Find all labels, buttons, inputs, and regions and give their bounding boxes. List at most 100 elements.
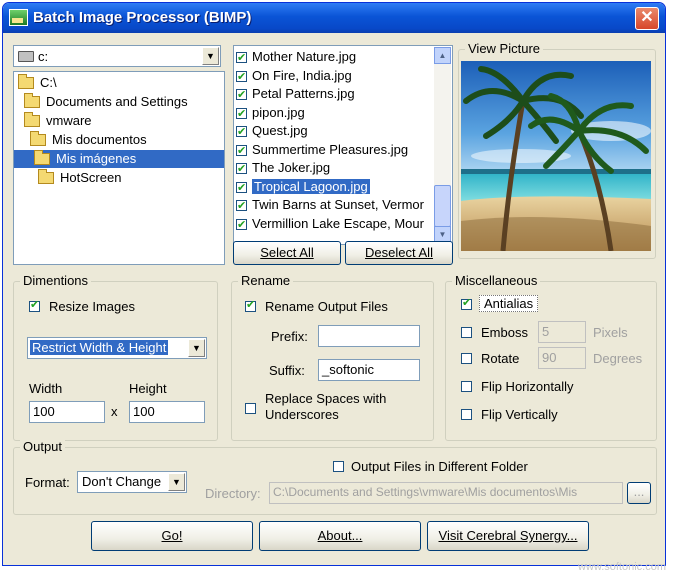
watermark: www.softonic.com	[577, 561, 666, 573]
title-bar[interactable]: Batch Image Processor (BIMP) ✕	[3, 3, 665, 33]
rotate-degrees-input[interactable]: 90	[538, 347, 586, 369]
tree-item-label: vmware	[46, 113, 92, 128]
list-item[interactable]: The Joker.jpg	[236, 159, 432, 178]
prefix-input[interactable]	[318, 325, 420, 347]
about-button[interactable]: About...	[259, 521, 421, 551]
height-label: Height	[129, 381, 167, 396]
tree-item-label: Mis imágenes	[54, 151, 139, 166]
flip-vertically-label: Flip Vertically	[481, 407, 558, 422]
flip-vertically-checkbox[interactable]	[461, 409, 472, 420]
file-list-scrollbar[interactable]: ▲ ▼	[434, 47, 451, 243]
select-all-button[interactable]: Select All	[233, 241, 341, 265]
list-item[interactable]: Mother Nature.jpg	[236, 48, 432, 67]
go-label: Go!	[161, 528, 183, 543]
folder-open-icon	[34, 150, 50, 165]
file-checkbox[interactable]	[236, 142, 247, 159]
file-name: Petal Patterns.jpg	[252, 86, 355, 101]
file-checkbox[interactable]	[236, 160, 247, 178]
drive-icon	[18, 51, 34, 62]
times-label: x	[111, 404, 118, 419]
file-checkbox[interactable]	[236, 68, 247, 85]
flip-horizontally-checkbox[interactable]	[461, 381, 472, 392]
antialias-label: Antialias	[479, 295, 539, 312]
tree-item-selected[interactable]: Mis imágenes	[14, 150, 224, 168]
file-checkbox[interactable]	[236, 197, 247, 215]
file-name: Vermillion Lake Escape, Mour	[252, 215, 424, 231]
tropical-lagoon-picture	[461, 61, 651, 251]
file-checkbox[interactable]	[236, 179, 247, 196]
deselect-all-label: Deselect All	[365, 245, 433, 260]
directory-label: Directory:	[205, 486, 261, 501]
chevron-down-icon[interactable]: ▼	[188, 339, 205, 357]
file-name: Quest.jpg	[252, 123, 308, 138]
go-button[interactable]: Go!	[91, 521, 253, 551]
resize-images-label: Resize Images	[49, 299, 135, 314]
rotate-checkbox[interactable]	[461, 353, 472, 364]
file-name: Summertime Pleasures.jpg	[252, 141, 409, 157]
tree-item[interactable]: Documents and Settings	[24, 93, 190, 111]
file-checkbox[interactable]	[236, 216, 247, 233]
directory-input[interactable]: C:\Documents and Settings\vmware\Mis doc…	[269, 482, 623, 504]
view-picture-label: View Picture	[465, 41, 544, 56]
file-checkbox[interactable]	[236, 123, 247, 141]
file-checkbox[interactable]	[236, 49, 247, 67]
tree-item[interactable]: HotScreen	[38, 169, 123, 187]
list-item[interactable]: Twin Barns at Sunset, Vermor	[236, 196, 432, 215]
folder-icon	[30, 131, 46, 146]
different-folder-label: Output Files in Different Folder	[351, 459, 528, 474]
tree-item[interactable]: vmware	[24, 112, 94, 130]
tree-item[interactable]: C:\	[18, 74, 59, 92]
height-input[interactable]: 100	[129, 401, 205, 423]
rename-output-label: Rename Output Files	[265, 299, 388, 314]
chevron-down-icon[interactable]: ▼	[168, 473, 185, 491]
antialias-checkbox[interactable]	[461, 296, 472, 310]
list-item[interactable]: Summertime Pleasures.jpg	[236, 141, 432, 159]
list-item[interactable]: Quest.jpg	[236, 122, 432, 141]
file-checkbox[interactable]	[236, 105, 247, 122]
tree-item-label: Mis documentos	[52, 132, 147, 147]
suffix-label: Suffix:	[269, 363, 305, 378]
rotate-label: Rotate	[481, 351, 520, 366]
different-folder-checkbox[interactable]	[333, 461, 344, 472]
folder-tree[interactable]: C:\ Documents and Settings vmware Mis do…	[13, 71, 225, 265]
miscellaneous-label: Miscellaneous	[452, 273, 541, 288]
list-item-selected[interactable]: Tropical Lagoon.jpg	[236, 178, 432, 196]
file-list[interactable]: Mother Nature.jpg On Fire, India.jpg Pet…	[233, 45, 453, 245]
replace-spaces-checkbox[interactable]	[245, 403, 256, 414]
file-name: On Fire, India.jpg	[252, 67, 352, 83]
folder-icon	[24, 93, 40, 108]
dimensions-label: Dimentions	[20, 273, 92, 288]
list-item[interactable]: pipon.jpg	[236, 104, 432, 122]
tree-item[interactable]: Mis documentos	[30, 131, 149, 149]
format-select[interactable]: Don't Change ▼	[77, 471, 187, 493]
deselect-all-button[interactable]: Deselect All	[345, 241, 453, 265]
resize-mode-select[interactable]: Restrict Width & Height ▼	[27, 337, 207, 359]
file-checkbox[interactable]	[236, 86, 247, 104]
list-item[interactable]: On Fire, India.jpg	[236, 67, 432, 85]
chevron-down-icon[interactable]: ▼	[202, 47, 219, 65]
scroll-up-icon[interactable]: ▲	[434, 47, 451, 64]
rename-label: Rename	[238, 273, 294, 288]
folder-icon	[18, 74, 34, 89]
drive-select[interactable]: c: ▼	[13, 45, 221, 67]
select-all-label: Select All	[260, 245, 314, 260]
list-item[interactable]: Petal Patterns.jpg	[236, 85, 432, 104]
flip-horizontally-label: Flip Horizontally	[481, 379, 574, 394]
app-icon	[9, 9, 28, 26]
visit-label: Visit Cerebral Synergy...	[438, 528, 578, 543]
scrollbar-thumb[interactable]	[434, 185, 451, 227]
list-item[interactable]: Vermillion Lake Escape, Mour	[236, 215, 432, 233]
emboss-pixels-input[interactable]: 5	[538, 321, 586, 343]
suffix-input[interactable]: _softonic	[318, 359, 420, 381]
browse-button[interactable]: ...	[627, 482, 651, 504]
format-label: Format:	[25, 475, 70, 490]
file-name: pipon.jpg	[252, 104, 305, 120]
tree-item-label: C:\	[40, 75, 57, 90]
resize-images-checkbox[interactable]	[29, 298, 40, 312]
close-button[interactable]: ✕	[635, 7, 659, 30]
emboss-checkbox[interactable]	[461, 327, 472, 338]
rename-output-checkbox[interactable]	[245, 298, 256, 312]
visit-website-button[interactable]: Visit Cerebral Synergy...	[427, 521, 589, 551]
window-title: Batch Image Processor (BIMP)	[33, 9, 252, 26]
width-input[interactable]: 100	[29, 401, 105, 423]
